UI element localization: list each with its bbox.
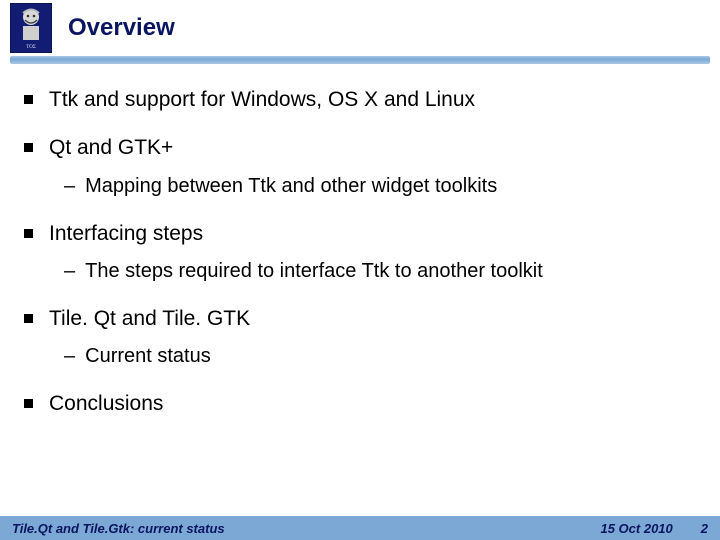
sub-list-item: – The steps required to interface Ttk to… [24,258,696,285]
sub-list-item: – Mapping between Ttk and other widget t… [24,173,696,200]
bullet-icon [24,314,33,323]
slide-footer: Tile.Qt and Tile.Gtk: current status 15 … [0,512,720,540]
bullet-icon [24,95,33,104]
title-divider [0,56,720,64]
dash-icon: – [64,173,75,200]
sub-bullet-text: Mapping between Ttk and other widget too… [85,173,497,200]
footer-date: 15 Oct 2010 [600,521,672,536]
footer-left: Tile.Qt and Tile.Gtk: current status [12,521,225,536]
bullet-text: Qt and GTK+ [49,134,173,162]
page-number: 2 [701,521,708,536]
bullet-list: Ttk and support for Windows, OS X and Li… [24,86,696,419]
bullet-icon [24,399,33,408]
list-item: Tile. Qt and Tile. GTK – Current status [24,305,696,370]
bullet-text: Conclusions [49,390,163,418]
sub-list-item: – Current status [24,343,696,370]
bullet-text: Tile. Qt and Tile. GTK [49,305,250,333]
list-item: Interfacing steps – The steps required t… [24,220,696,285]
list-item: Qt and GTK+ – Mapping between Ttk and ot… [24,134,696,199]
bullet-icon [24,143,33,152]
sub-bullet-text: The steps required to interface Ttk to a… [85,258,543,285]
slide-body: Ttk and support for Windows, OS X and Li… [0,64,720,419]
logo-icon: ΤΟΣ [10,3,52,53]
bullet-text: Interfacing steps [49,220,203,248]
list-item: Conclusions [24,390,696,418]
dash-icon: – [64,258,75,285]
dash-icon: – [64,343,75,370]
slide-header: ΤΟΣ Overview [0,0,720,56]
list-item: Ttk and support for Windows, OS X and Li… [24,86,696,114]
bullet-icon [24,229,33,238]
bullet-text: Ttk and support for Windows, OS X and Li… [49,86,475,114]
sub-bullet-text: Current status [85,343,211,370]
slide: ΤΟΣ Overview Ttk and support for Windows… [0,0,720,540]
svg-text:ΤΟΣ: ΤΟΣ [26,45,36,50]
slide-title: Overview [68,14,175,42]
